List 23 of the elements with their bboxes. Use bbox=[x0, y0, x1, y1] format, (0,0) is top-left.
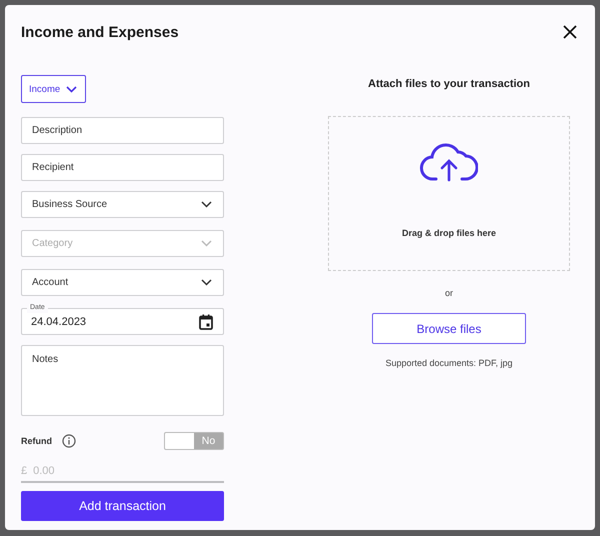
attach-title: Attach files to your transaction bbox=[368, 78, 530, 90]
dropzone-text: Drag & drop files here bbox=[402, 228, 496, 238]
dialog-title: Income and Expenses bbox=[21, 24, 179, 40]
select-field[interactable]: Account bbox=[21, 269, 224, 296]
select-field[interactable]: Business Source bbox=[21, 191, 224, 218]
supported-formats-text: Supported documents: PDF, jpg bbox=[385, 358, 513, 368]
notes-textarea[interactable]: Notes bbox=[21, 345, 224, 416]
close-icon[interactable] bbox=[563, 25, 577, 39]
info-icon[interactable] bbox=[62, 434, 76, 448]
browse-files-button[interactable]: Browse files bbox=[372, 313, 526, 344]
text-input-field[interactable]: Recipient bbox=[21, 154, 224, 181]
add-transaction-button[interactable]: Add transaction bbox=[21, 491, 224, 521]
chevron-down-icon bbox=[201, 240, 212, 247]
separator-text: or bbox=[444, 288, 453, 298]
chevron-down-icon bbox=[201, 201, 212, 208]
text-input-field[interactable]: Description bbox=[21, 117, 224, 144]
calendar-icon[interactable] bbox=[199, 314, 213, 330]
chevron-down-icon bbox=[66, 86, 78, 92]
dropzone[interactable]: Drag & drop files here bbox=[328, 116, 570, 271]
cloud-upload-icon bbox=[420, 142, 478, 182]
chevron-down-icon bbox=[201, 279, 212, 286]
refund-label: Refund bbox=[21, 436, 52, 446]
type-dropdown[interactable]: Income bbox=[21, 75, 86, 103]
